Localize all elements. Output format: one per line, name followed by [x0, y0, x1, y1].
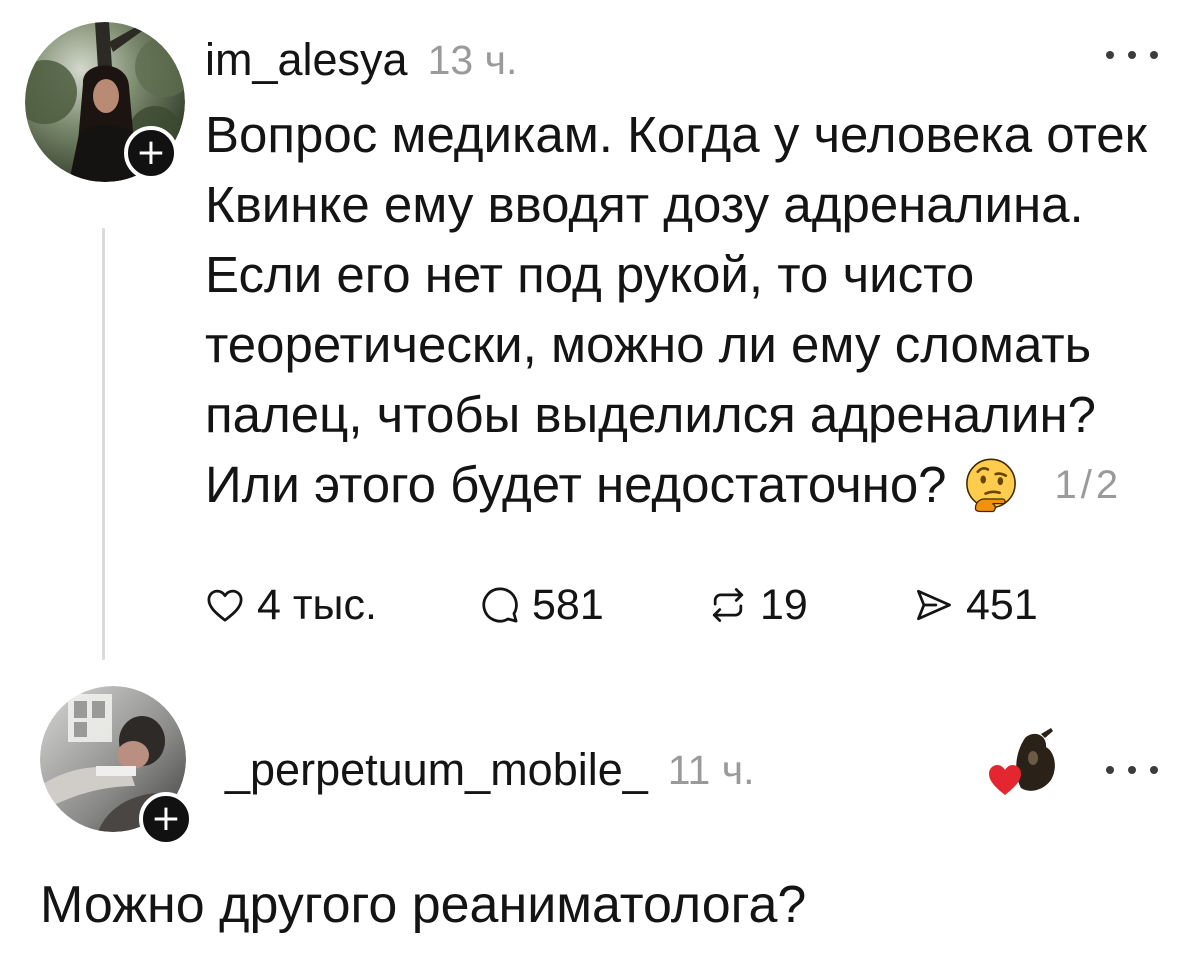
thread-connector-line	[102, 228, 105, 660]
threads-page: + im_alesya 13 ч. Вопрос медикам. Когда …	[0, 0, 1200, 958]
like-button[interactable]: 4 тыс.	[203, 580, 377, 629]
more-options-icon[interactable]	[1104, 764, 1160, 776]
share-button[interactable]: 451	[912, 580, 1038, 629]
repost-button[interactable]: 19	[706, 580, 808, 629]
comment-icon[interactable]	[478, 583, 522, 627]
plus-icon: +	[150, 798, 182, 839]
thinking-face-emoji	[963, 457, 1019, 513]
more-options-button[interactable]	[1104, 49, 1160, 61]
repost-count: 19	[760, 580, 808, 629]
reply-body: Можно другого реаниматолога?	[40, 876, 807, 934]
heart-icon[interactable]	[203, 583, 247, 627]
follow-button[interactable]: +	[124, 126, 178, 180]
post-time: 13 ч.	[427, 36, 518, 83]
post-header: im_alesya 13 ч.	[205, 30, 517, 90]
follow-button[interactable]: +	[139, 792, 193, 846]
thread-counter: 1/2	[1054, 463, 1123, 507]
share-icon[interactable]	[912, 583, 956, 627]
post-text-line: Квинке ему вводят дозу адреналина.	[205, 176, 1084, 233]
post-text-line: теоретически, можно ли ему сломать	[205, 316, 1092, 373]
reply-button[interactable]: 581	[478, 580, 604, 629]
author-liked-heart-icon	[985, 728, 1063, 800]
post-text-line: Если его нет под рукой, то чисто	[205, 246, 975, 303]
like-count: 4 тыс.	[257, 580, 377, 629]
reply-header: _perpetuum_mobile_ 11 ч.	[225, 740, 755, 800]
post-text-line: палец, чтобы выделился адреналин?	[205, 386, 1097, 443]
more-options-icon[interactable]	[1104, 49, 1160, 61]
reply-time: 11 ч.	[667, 746, 755, 793]
plus-icon: +	[135, 132, 167, 173]
post-text-line: Вопрос медикам. Когда у человека отек	[205, 106, 1147, 163]
reply-more-options-button[interactable]	[1104, 764, 1160, 776]
share-count: 451	[966, 580, 1038, 629]
author-username[interactable]: im_alesya	[205, 34, 408, 86]
repost-icon[interactable]	[706, 583, 750, 627]
reply-count: 581	[532, 580, 604, 629]
post-text-last-line: Или этого будет недостаточно? 1/2	[205, 450, 1147, 520]
post-body: Вопрос медикам. Когда у человека отек Кв…	[205, 100, 1147, 520]
post-text-line: Или этого будет недостаточно?	[205, 456, 947, 513]
reply-author-username[interactable]: _perpetuum_mobile_	[225, 744, 648, 796]
